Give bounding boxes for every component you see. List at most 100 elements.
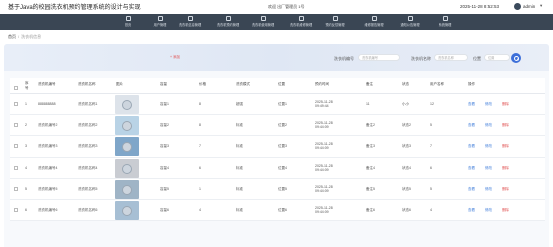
row-checkbox[interactable] [14,102,18,106]
cell-capacity: 容量4 [160,165,169,170]
column-header[interactable]: 用户名称 [430,82,444,87]
cell-name: 洗衣机名称4 [78,165,98,170]
table-header: 序号 洗衣机编号 洗衣机名称 图片 容量 价格 洗衣模式 位置 预约时间 备注 状态 用户名称 操作 [10,78,545,94]
delete-button[interactable]: 删除 [502,144,509,149]
app-title: 基于Java的校园洗衣机预约管理系统的设计与实现 [8,5,141,11]
washer-thumbnail[interactable] [115,158,139,178]
delete-button[interactable]: 删除 [502,102,509,107]
edit-button[interactable]: 修改 [485,144,492,149]
edit-button[interactable]: 修改 [485,187,492,192]
washer-thumbnail[interactable] [115,95,139,114]
column-header[interactable]: 预约时间 [315,82,329,87]
edit-button[interactable]: 修改 [485,208,492,213]
edit-button[interactable]: 修改 [485,123,492,128]
delete-button[interactable]: 删除 [502,166,509,171]
edit-button[interactable]: 修改 [485,102,492,107]
row-checkbox[interactable] [14,207,18,212]
column-header[interactable]: 洗衣模式 [236,82,250,87]
breadcrumb-home[interactable]: 首页 [8,34,16,39]
delete-button[interactable]: 删除 [502,187,509,192]
view-button[interactable]: 查看 [468,144,475,149]
washer-thumbnail[interactable] [115,116,139,136]
column-header[interactable]: 容量 [160,82,167,87]
nav-item-7[interactable]: 维修报告管理 [356,14,392,30]
column-header: 图片 [116,82,123,86]
cell-code: 洗衣机编号5 [38,186,58,191]
cell-no: 3 [25,144,27,149]
nav-item-2[interactable]: 洗衣机信息管理 [172,14,208,30]
column-header[interactable]: 洗衣机名称 [78,82,96,87]
chevron-down-icon[interactable]: ▾ [540,3,542,9]
column-header[interactable]: 状态 [402,82,409,87]
wrench-icon [298,16,304,21]
column-header[interactable]: 备注 [366,82,373,87]
search-location-label: 位置 [473,56,481,61]
cell-user: 5 [430,186,432,191]
search-name-input[interactable]: 洗衣机名称 [434,54,468,61]
cell-no: 1 [25,102,27,106]
washer-thumbnail[interactable] [115,200,139,220]
username[interactable]: admin [523,4,535,9]
cell-status: 状态6 [402,207,411,212]
cell-capacity: 容量2 [160,123,169,128]
cell-code: 洗衣机编号4 [38,165,58,170]
column-header[interactable]: 价格 [199,82,206,87]
cell-status: 状态3 [402,144,411,149]
table-body: 1 888888888 洗衣机名称1 容量1 8 超强 位置1 2025-11-28 09:4… [10,94,545,222]
cell-mode: 标准 [236,123,243,128]
view-button[interactable]: 查看 [468,123,475,128]
message-icon [332,16,338,21]
nav-item-6[interactable]: 预约反馈管理 [317,14,353,30]
row-checkbox[interactable] [14,123,18,128]
cell-mode: 标准 [236,186,243,191]
cell-code: 洗衣机编号2 [38,123,58,128]
avatar[interactable] [514,3,521,10]
column-header: 操作 [468,82,475,86]
user-icon [157,16,163,21]
welcome-text: 欢迎 出厂管理员 1号 [268,4,305,9]
view-button[interactable]: 查看 [468,102,475,107]
cell-no: 6 [25,207,27,212]
washer-icon [187,16,193,21]
select-all-checkbox[interactable] [14,86,18,90]
add-button[interactable]: + 添加 [170,55,180,60]
nav-item-4[interactable]: 洗衣机使用管理 [245,14,281,30]
view-button[interactable]: 查看 [468,208,475,213]
washer-thumbnail[interactable] [115,179,139,199]
search-code-label: 洗衣机编号 [334,56,354,61]
nav-item-3[interactable]: 洗衣机预约管理 [210,14,246,30]
view-button[interactable]: 查看 [468,166,475,171]
table-row: 4 洗衣机编号4 洗衣机名称4 容量4 6 标准 位置4 2025-11-28 09:44:0… [10,157,545,179]
cell-mode: 标准 [236,165,243,170]
search-button[interactable] [511,53,521,63]
cell-location: 位置6 [278,207,287,212]
cell-user: 12 [430,102,434,106]
nav-item-9[interactable]: 系统管理 [427,14,463,30]
nav-item-label: 洗衣机使用管理 [251,23,275,27]
nav-item-0[interactable]: 首页 [110,14,146,30]
search-location-input[interactable]: 位置 [484,54,510,61]
cell-name: 洗衣机名称2 [78,123,98,128]
washer-thumbnail[interactable] [115,137,139,157]
nav-item-label: 首页 [124,23,132,27]
nav-item-8[interactable]: 通知公告管理 [392,14,428,30]
delete-button[interactable]: 删除 [502,123,509,128]
cell-time: 2025-11-28 09:44:09 [315,205,333,214]
view-button[interactable]: 查看 [468,187,475,192]
cell-time: 2025-11-28 09:49:44 [315,100,333,108]
washer-drum-image [122,163,132,174]
report-icon [371,16,377,21]
washer-drum-image [122,184,132,195]
delete-button[interactable]: 删除 [502,208,509,213]
table-row: 1 888888888 洗衣机名称1 容量1 8 超强 位置1 2025-11-28 09:4… [10,94,545,116]
column-header[interactable]: 位置 [278,82,285,87]
cell-no: 5 [25,186,27,191]
row-checkbox[interactable] [14,144,18,149]
column-header[interactable]: 洗衣机编号 [38,82,56,87]
nav-item-5[interactable]: 洗衣机维修管理 [283,14,319,30]
row-checkbox[interactable] [14,186,18,191]
list-icon [260,16,266,21]
edit-button[interactable]: 修改 [485,166,492,171]
search-code-input[interactable]: 洗衣机编号 [358,54,400,61]
row-checkbox[interactable] [14,165,18,170]
